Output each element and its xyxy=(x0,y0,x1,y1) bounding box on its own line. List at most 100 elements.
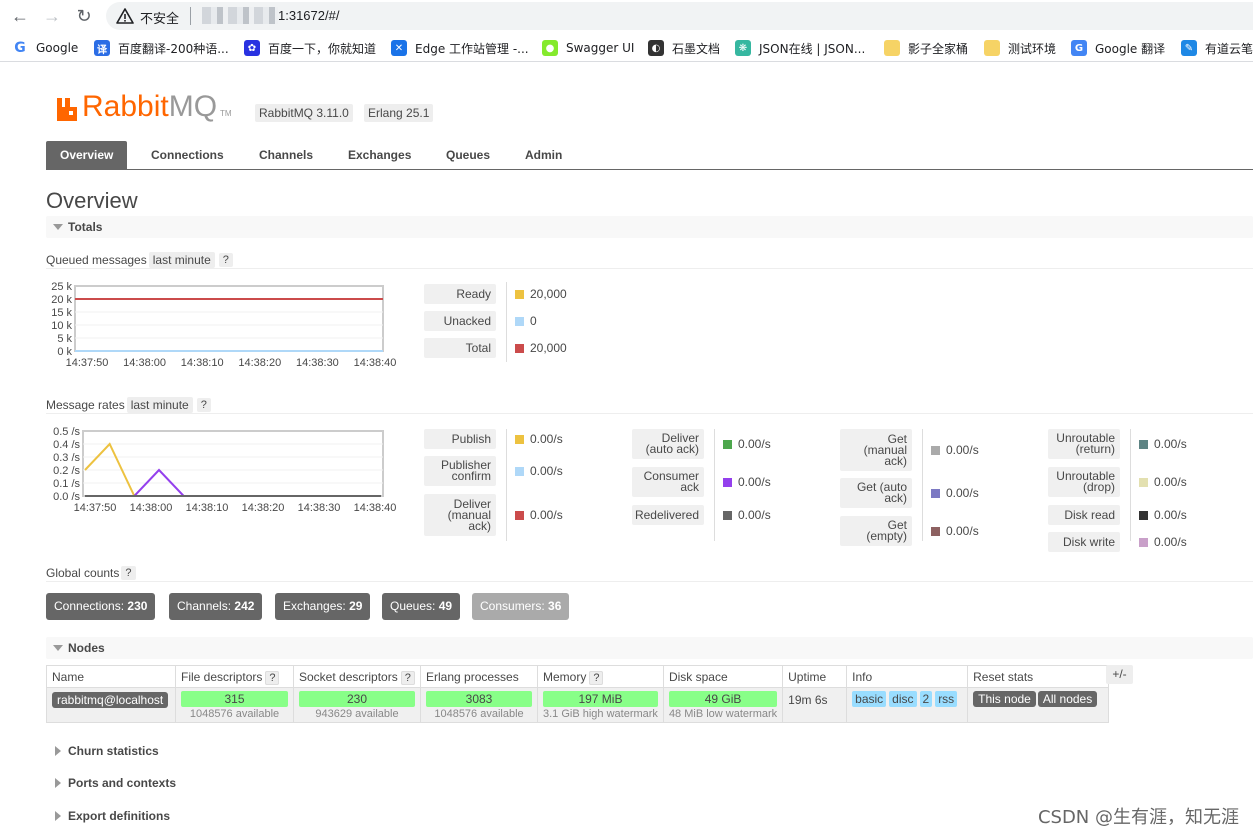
warning-icon xyxy=(116,8,134,24)
rabbitmq-logo[interactable]: RabbitMQ TM xyxy=(56,88,232,122)
legend-toggle-publisher-confirm[interactable]: Publisher confirm xyxy=(424,456,496,486)
edge-x-icon: ✕ xyxy=(391,40,407,56)
address-bar[interactable]: 不安全 1:31672/#/ xyxy=(106,2,1253,30)
bookmark-item[interactable]: ✿ 百度一下，你就知道 xyxy=(244,39,376,57)
legend-toggle-total[interactable]: Total xyxy=(424,338,496,358)
bookmark-item[interactable]: 测试环境 xyxy=(984,39,1056,57)
channels-count-badge[interactable]: Channels: 242 xyxy=(169,593,263,620)
reload-icon[interactable]: ↻ xyxy=(72,4,96,28)
rates-range-selector[interactable]: last minute xyxy=(126,397,193,413)
col-label: Uptime xyxy=(788,669,827,684)
bookmark-item[interactable]: G Google 翻译 xyxy=(1071,39,1165,57)
help-button[interactable]: ? xyxy=(589,670,604,685)
legend-value-text: 0.00/s xyxy=(530,432,563,446)
legend-toggle-unroutable-return[interactable]: Unroutable (return) xyxy=(1048,429,1120,459)
bookmark-item[interactable]: G Google xyxy=(12,39,78,57)
tab-queues[interactable]: Queues xyxy=(432,141,504,169)
legend-toggle-ready[interactable]: Ready xyxy=(424,284,496,304)
url-text[interactable]: 1:31672/#/ xyxy=(278,8,339,23)
global-counts-help-button[interactable]: ? xyxy=(121,566,136,580)
legend-toggle-redelivered[interactable]: Redelivered xyxy=(632,505,704,525)
legend-toggle-get-manual-ack[interactable]: Get (manual ack) xyxy=(840,429,912,471)
badge-label: Exchanges: xyxy=(283,599,346,613)
bookmark-item[interactable]: ◐ 石墨文档 xyxy=(648,39,720,57)
watermark: CSDN @生有涯，知无涯 xyxy=(1037,807,1239,828)
legend-toggle-consumer-ack[interactable]: Consumer ack xyxy=(632,467,704,497)
node-name-link[interactable]: rabbitmq@localhost xyxy=(52,692,169,708)
legend-toggle-get-empty[interactable]: Get (empty) xyxy=(840,516,912,546)
exchanges-count-badge[interactable]: Exchanges: 29 xyxy=(275,593,371,620)
legend-value: 0.00/s xyxy=(1139,535,1187,549)
churn-statistics-toggle[interactable]: Churn statistics xyxy=(46,741,446,761)
col-uptime[interactable]: Uptime xyxy=(782,665,848,688)
legend-label: Unroutable (return) xyxy=(1056,431,1115,456)
badge-value: 242 xyxy=(234,599,255,613)
erlang-version: Erlang 25.1 xyxy=(364,104,434,122)
info-tag: rss xyxy=(935,691,958,707)
bookmark-item[interactable]: ● Swagger UI xyxy=(542,39,634,57)
col-file-descriptors[interactable]: File descriptors? xyxy=(175,665,294,688)
ports-contexts-toggle[interactable]: Ports and contexts xyxy=(46,773,446,793)
queued-range-selector[interactable]: last minute xyxy=(148,252,215,268)
column-toggle-button[interactable]: +/- xyxy=(1106,665,1133,684)
collapsed-triangle-icon xyxy=(55,746,61,756)
legend-toggle-unroutable-drop[interactable]: Unroutable (drop) xyxy=(1048,467,1120,497)
bookmark-item[interactable]: ❋ JSON在线 | JSON... xyxy=(735,39,865,57)
x-tick-label: 14:38:20 xyxy=(242,502,285,514)
x-tick-label: 14:38:00 xyxy=(123,357,166,369)
legend-swatch xyxy=(1139,439,1148,449)
reset-this-node-button[interactable]: This node xyxy=(973,691,1036,707)
col-erlang-processes[interactable]: Erlang processes xyxy=(420,665,538,688)
legend-swatch xyxy=(931,445,940,455)
col-memory[interactable]: Memory? xyxy=(537,665,664,688)
bookmark-item[interactable]: 译百度翻译-200种语... xyxy=(94,39,229,57)
tab-connections[interactable]: Connections xyxy=(137,141,238,169)
queues-count-badge[interactable]: Queues: 49 xyxy=(382,593,461,620)
badge-label: Connections: xyxy=(54,599,125,613)
forward-arrow-icon[interactable]: → xyxy=(40,4,64,28)
tab-exchanges[interactable]: Exchanges xyxy=(334,141,425,169)
legend-swatch xyxy=(515,434,524,444)
legend-toggle-unacked[interactable]: Unacked xyxy=(424,311,496,331)
tab-overview[interactable]: Overview xyxy=(46,141,128,169)
bookmark-item[interactable]: ✎ 有道云笔 xyxy=(1181,39,1253,57)
legend-toggle-deliver-auto-ack[interactable]: Deliver (auto ack) xyxy=(632,429,704,459)
export-definitions-toggle[interactable]: Export definitions xyxy=(46,806,446,826)
reset-all-nodes-button[interactable]: All nodes xyxy=(1037,691,1098,707)
legend-swatch xyxy=(515,343,524,353)
connections-count-badge[interactable]: Connections: 230 xyxy=(46,593,156,620)
bookmark-item[interactable]: 影子全家桶 xyxy=(884,39,968,57)
legend-value: 0.00/s xyxy=(723,508,771,522)
x-tick-label: 14:38:40 xyxy=(354,357,397,369)
y-tick-label: 0.3 /s xyxy=(53,452,80,464)
consumers-count-badge[interactable]: Consumers: 36 xyxy=(472,593,570,620)
legend-toggle-deliver-manual-ack[interactable]: Deliver (manual ack) xyxy=(424,494,496,536)
legend-toggle-get-auto-ack[interactable]: Get (auto ack) xyxy=(840,478,912,508)
back-arrow-icon[interactable]: ← xyxy=(8,4,32,28)
nodes-section-toggle[interactable]: Nodes xyxy=(46,637,1253,659)
bookmark-item[interactable]: ✕ Edge 工作站管理 -... xyxy=(391,39,529,57)
nodes-table: Name File descriptors? Socket descriptor… xyxy=(46,665,1110,723)
tab-channels[interactable]: Channels xyxy=(245,141,327,169)
col-reset-stats[interactable]: Reset stats xyxy=(967,665,1110,688)
x-tick-label: 14:38:10 xyxy=(181,357,224,369)
legend-toggle-disk-write[interactable]: Disk write xyxy=(1048,532,1120,552)
section-label: Churn statistics xyxy=(68,744,159,758)
legend-toggle-disk-read[interactable]: Disk read xyxy=(1048,505,1120,525)
help-button[interactable]: ? xyxy=(400,670,415,685)
rabbitmq-version: RabbitMQ 3.11.0 xyxy=(255,104,353,122)
legend-toggle-publish[interactable]: Publish xyxy=(424,429,496,449)
col-socket-descriptors[interactable]: Socket descriptors? xyxy=(293,665,421,688)
help-button[interactable]: ? xyxy=(265,670,280,685)
rates-help-button[interactable]: ? xyxy=(196,398,211,412)
col-disk-space[interactable]: Disk space xyxy=(662,665,784,688)
insecure-label[interactable]: 不安全 xyxy=(140,8,179,27)
col-info[interactable]: Info xyxy=(846,665,969,688)
totals-section-toggle[interactable]: Totals xyxy=(46,216,1253,238)
legend-value-text: 20,000 xyxy=(530,341,567,355)
tab-admin[interactable]: Admin xyxy=(511,141,576,169)
legend-label: Publish xyxy=(451,431,491,446)
queued-help-button[interactable]: ? xyxy=(218,253,233,267)
page-title: Overview xyxy=(46,188,138,213)
col-name[interactable]: Name xyxy=(46,665,176,688)
